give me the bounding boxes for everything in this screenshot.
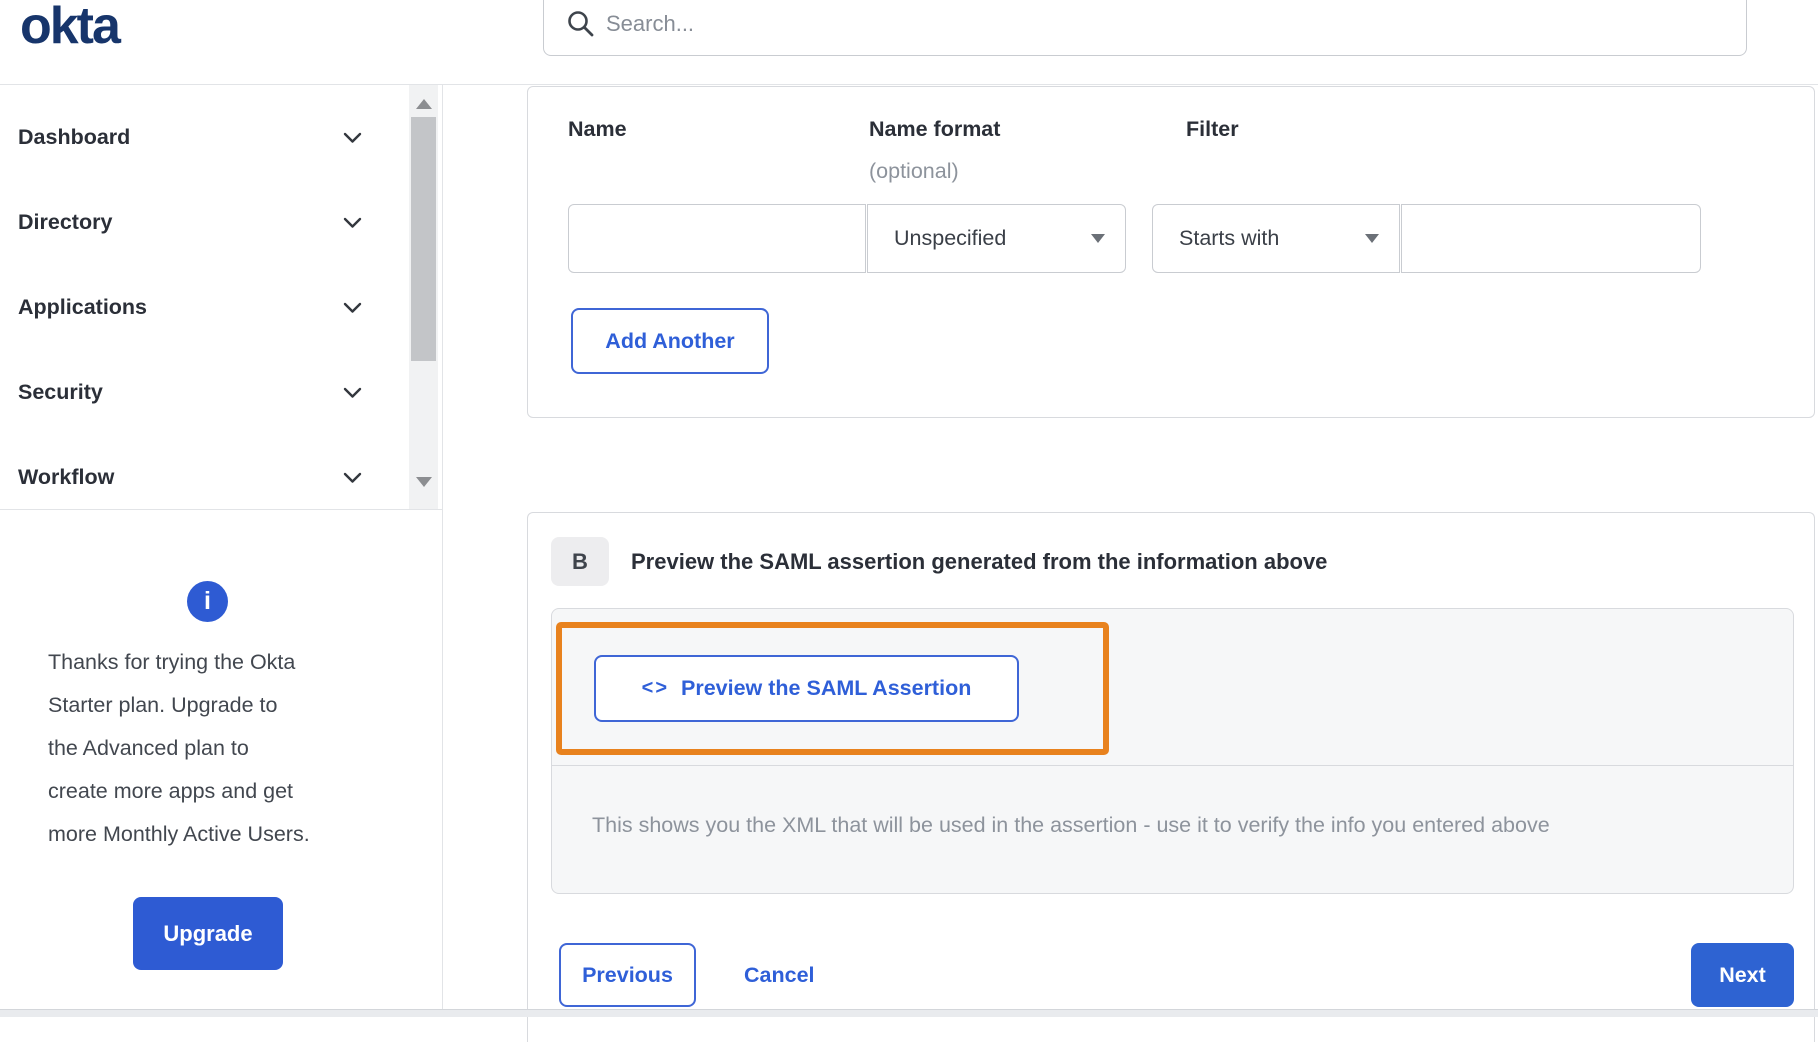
caret-down-icon <box>1365 234 1379 243</box>
name-format-selected-value: Unspecified <box>894 226 1007 250</box>
preview-saml-assertion-button[interactable]: <> Preview the SAML Assertion <box>594 655 1019 722</box>
caret-down-icon <box>1091 234 1105 243</box>
sidebar-item-workflow[interactable]: Workflow <box>0 435 442 520</box>
panel-divider <box>552 765 1793 766</box>
chevron-down-icon <box>343 217 362 228</box>
promo-line: Starter plan. Upgrade to <box>48 693 278 717</box>
chevron-down-icon <box>343 302 362 313</box>
chevron-down-icon <box>343 132 362 143</box>
sidebar-item-label: Workflow <box>18 465 115 489</box>
filter-value-input[interactable] <box>1401 204 1701 273</box>
cancel-link[interactable]: Cancel <box>744 943 815 1007</box>
saml-preview-card: B Preview the SAML assertion generated f… <box>527 512 1815 1042</box>
name-format-select[interactable]: Unspecified <box>867 204 1126 273</box>
section-b-badge: B <box>551 537 609 586</box>
sidebar-scrollbar[interactable] <box>409 85 438 509</box>
sidebar-item-label: Directory <box>18 210 113 234</box>
preview-description: This shows you the XML that will be used… <box>592 813 1550 837</box>
saml-preview-panel: <> Preview the SAML Assertion This shows… <box>551 608 1794 894</box>
sidebar-item-dashboard[interactable]: Dashboard <box>0 95 442 180</box>
next-button[interactable]: Next <box>1691 943 1794 1007</box>
scrollbar-thumb[interactable] <box>411 117 436 361</box>
scroll-up-icon[interactable] <box>416 99 432 109</box>
sidebar-item-label: Security <box>18 380 103 404</box>
promo-line: more Monthly Active Users. <box>48 822 310 846</box>
okta-logo[interactable]: okta <box>20 0 121 56</box>
name-column-label: Name <box>568 117 627 141</box>
promo-line: Thanks for trying the Okta <box>48 650 296 674</box>
filter-column-label: Filter <box>1186 117 1239 141</box>
global-search <box>543 0 1747 56</box>
chevron-down-icon <box>343 387 362 398</box>
search-icon <box>568 11 594 37</box>
search-input[interactable] <box>604 0 1708 51</box>
sidebar-item-security[interactable]: Security <box>0 350 442 435</box>
upgrade-promo-text: Thanks for trying the Okta Starter plan.… <box>48 641 388 856</box>
sidebar-item-label: Dashboard <box>18 125 131 149</box>
sidebar: Dashboard Directory Applications Securit… <box>0 85 443 1009</box>
sidebar-item-label: Applications <box>18 295 148 319</box>
previous-button[interactable]: Previous <box>559 943 696 1007</box>
filter-type-select[interactable]: Starts with <box>1152 204 1400 273</box>
optional-label: (optional) <box>869 159 959 183</box>
name-format-column-label: Name format <box>869 117 1001 141</box>
attribute-statements-card: Name Name format (optional) Filter Unspe… <box>527 86 1815 418</box>
upgrade-button[interactable]: Upgrade <box>133 897 283 970</box>
info-icon: i <box>187 581 228 622</box>
filter-type-selected-value: Starts with <box>1179 226 1280 250</box>
scroll-down-icon[interactable] <box>416 477 432 487</box>
add-another-button[interactable]: Add Another <box>571 308 769 374</box>
sidebar-item-applications[interactable]: Applications <box>0 265 442 350</box>
code-icon: <> <box>641 677 669 699</box>
promo-line: create more apps and get <box>48 779 294 803</box>
attribute-name-input[interactable] <box>568 204 866 273</box>
section-b-title: Preview the SAML assertion generated fro… <box>631 549 1328 574</box>
promo-line: the Advanced plan to <box>48 736 249 760</box>
chevron-down-icon <box>343 472 362 483</box>
sidebar-nav: Dashboard Directory Applications Securit… <box>0 85 442 510</box>
sidebar-item-directory[interactable]: Directory <box>0 180 442 265</box>
preview-button-label: Preview the SAML Assertion <box>681 676 972 700</box>
